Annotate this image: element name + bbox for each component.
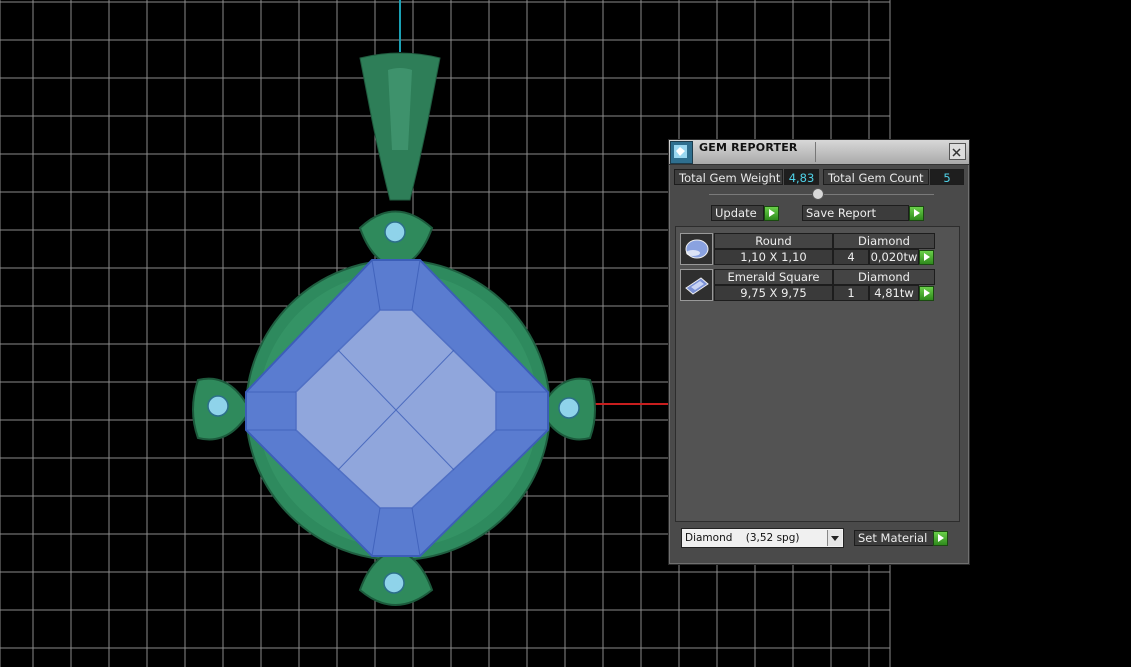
gem-shape: Emerald Square (714, 269, 833, 285)
update-button[interactable]: Update (711, 205, 764, 221)
total-count-value: 5 (930, 169, 964, 185)
title-separator (815, 142, 816, 162)
gem-reporter-panel: GEM REPORTER Total Gem Weight 4,83 Total… (668, 139, 970, 565)
gem-weight: 0,020tw (869, 249, 919, 265)
set-material-play-arrow-icon[interactable] (933, 531, 948, 546)
material-select-value: Diamond (3,52 spg) (685, 532, 800, 544)
gem-size: 9,75 X 9,75 (714, 285, 833, 301)
gem-shape: Round (714, 233, 833, 249)
material-select[interactable]: Diamond (3,52 spg) (681, 528, 844, 548)
select-gem-play-arrow-icon[interactable] (919, 286, 934, 301)
round-gem-icon (680, 233, 713, 265)
gem-material: Diamond (833, 233, 935, 249)
save-report-play-arrow-icon[interactable] (909, 206, 924, 221)
gem-count: 4 (833, 249, 869, 265)
slider-handle[interactable] (812, 188, 824, 200)
total-count-label: Total Gem Count (823, 169, 929, 185)
total-weight-value: 4,83 (784, 169, 819, 185)
gem-count: 1 (833, 285, 869, 301)
chevron-down-icon[interactable] (827, 530, 842, 546)
panel-title: GEM REPORTER (699, 141, 798, 154)
gem-list: Round Diamond 1,10 X 1,10 4 0,020tw Emer… (675, 226, 960, 522)
pendant-model[interactable] (192, 52, 596, 606)
update-play-arrow-icon[interactable] (764, 206, 779, 221)
save-report-button[interactable]: Save Report (802, 205, 909, 221)
gem-size: 1,10 X 1,10 (714, 249, 833, 265)
gem-weight: 4,81tw (869, 285, 919, 301)
gem-material: Diamond (833, 269, 935, 285)
close-button[interactable] (949, 143, 966, 160)
gem-reporter-app-icon (670, 141, 693, 164)
close-icon (952, 148, 961, 157)
gem-row[interactable]: Emerald Square Diamond 9,75 X 9,75 1 4,8… (680, 269, 940, 303)
select-gem-play-arrow-icon[interactable] (919, 250, 934, 265)
panel-titlebar[interactable]: GEM REPORTER (669, 140, 969, 165)
gem-row[interactable]: Round Diamond 1,10 X 1,10 4 0,020tw (680, 233, 940, 267)
emerald-square-gem-icon (680, 269, 713, 301)
set-material-button[interactable]: Set Material (854, 530, 934, 546)
total-weight-label: Total Gem Weight (674, 169, 783, 185)
